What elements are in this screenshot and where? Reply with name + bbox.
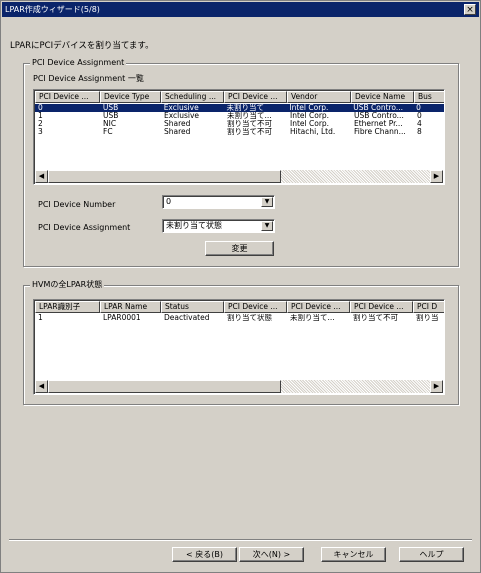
table-row[interactable]: 3 FC Shared 割り当て不可 Hitachi, Ltd. Fibre C… xyxy=(35,128,444,136)
table-cell: Intel Corp. xyxy=(289,104,329,112)
table-cell: FC xyxy=(103,128,113,136)
col-header[interactable]: Device Name xyxy=(351,91,414,103)
col-header[interactable]: PCI Device ... xyxy=(350,301,413,313)
scrollbar-track[interactable] xyxy=(281,170,430,183)
table-cell: 未割り当て xyxy=(226,104,265,112)
scrollbar-thumb[interactable] xyxy=(48,380,281,393)
close-icon[interactable]: × xyxy=(464,4,476,15)
change-button[interactable]: 変更 xyxy=(205,241,274,256)
wizard-window: LPAR作成ウィザード(5/8) × LPARにPCIデバイスを割り当てます。 … xyxy=(0,0,481,573)
table-cell: USB Contro... xyxy=(353,104,404,112)
pci-device-assignment-select[interactable]: 未割り当て状態 ▼ xyxy=(162,219,275,233)
table-cell: 割り当て不可 xyxy=(227,120,272,128)
table-cell: Exclusive xyxy=(163,104,199,112)
table-cell: LPAR0001 xyxy=(103,314,141,322)
window-title: LPAR作成ウィザード(5/8) xyxy=(5,5,100,14)
col-header[interactable]: Scheduling ... xyxy=(161,91,224,103)
scroll-left-icon[interactable]: ◀ xyxy=(35,170,48,183)
pci-assignment-group: PCI Device Assignment PCI Device Assignm… xyxy=(23,58,459,267)
table-cell: Fibre Chann... xyxy=(354,128,406,136)
horizontal-scrollbar[interactable]: ◀ ▶ xyxy=(35,170,443,183)
table-cell: 0 xyxy=(417,112,422,120)
table-cell: 3 xyxy=(38,128,43,136)
footer-separator xyxy=(9,539,472,541)
table-cell: Intel Corp. xyxy=(290,120,330,128)
col-header[interactable]: Device Type xyxy=(100,91,161,103)
table-cell: 4 xyxy=(417,120,422,128)
table-row[interactable]: 1 LPAR0001 Deactivated 割り当て状態 未割り当て... 割… xyxy=(35,314,444,322)
table-cell: Exclusive xyxy=(164,112,200,120)
lpar-list-header: LPAR識別子 LPAR Name Status PCI Device ... … xyxy=(35,301,444,313)
back-button[interactable]: < 戻る(B) xyxy=(172,547,237,562)
pci-assignment-value: 未割り当て状態 xyxy=(166,221,222,230)
table-cell: 未割り当て... xyxy=(227,112,272,120)
table-cell: USB xyxy=(102,104,119,112)
pci-number-value: 0 xyxy=(166,197,172,206)
scrollbar-track[interactable] xyxy=(281,380,430,393)
pci-device-list[interactable]: PCI Device ... Device Type Scheduling ..… xyxy=(33,89,445,185)
table-cell: 割り当て不可 xyxy=(353,314,398,322)
table-cell: 2 xyxy=(38,120,43,128)
pci-number-label: PCI Device Number xyxy=(38,200,116,209)
instruction-text: LPARにPCIデバイスを割り当てます。 xyxy=(10,41,154,51)
table-cell: USB Contro... xyxy=(354,112,404,120)
horizontal-scrollbar[interactable]: ◀ ▶ xyxy=(35,380,443,393)
table-cell: Shared xyxy=(164,120,191,128)
table-cell: 0 xyxy=(38,104,43,112)
table-row[interactable]: 1 USB Exclusive 未割り当て... Intel Corp. USB… xyxy=(35,112,444,120)
pci-assignment-label: PCI Device Assignment xyxy=(38,223,131,232)
table-cell: Hitachi, Ltd. xyxy=(290,128,336,136)
col-header[interactable]: PCI D xyxy=(413,301,444,313)
pci-list-header: PCI Device ... Device Type Scheduling ..… xyxy=(35,91,444,103)
table-cell: 割り当て不可 xyxy=(227,128,272,136)
table-row[interactable]: 2 NIC Shared 割り当て不可 Intel Corp. Ethernet… xyxy=(35,120,444,128)
pci-group-title: PCI Device Assignment xyxy=(30,58,127,68)
table-cell: NIC xyxy=(103,120,117,128)
table-cell: Ethernet Pr... xyxy=(354,120,403,128)
table-cell: 1 xyxy=(38,112,43,120)
scrollbar-thumb[interactable] xyxy=(48,170,281,183)
pci-device-number-select[interactable]: 0 ▼ xyxy=(162,195,275,209)
col-header[interactable]: Vendor xyxy=(287,91,351,103)
table-row[interactable]: 0 USB Exclusive 未割り当て Intel Corp. USB Co… xyxy=(35,104,444,112)
col-header[interactable]: PCI Device ... xyxy=(35,91,100,103)
col-header[interactable]: PCI Device ... xyxy=(224,301,287,313)
chevron-down-icon[interactable]: ▼ xyxy=(261,197,273,207)
scroll-left-icon[interactable]: ◀ xyxy=(35,380,48,393)
lpar-group-title: HVMの全LPAR状態 xyxy=(30,280,105,290)
table-cell: Deactivated xyxy=(164,314,210,322)
table-cell: 8 xyxy=(417,128,422,136)
help-button[interactable]: ヘルプ xyxy=(399,547,464,562)
table-cell: Intel Corp. xyxy=(290,112,330,120)
col-header[interactable]: Status xyxy=(161,301,224,313)
cancel-button[interactable]: キャンセル xyxy=(321,547,386,562)
col-header[interactable]: Bus xyxy=(414,91,444,103)
col-header[interactable]: PCI Device ... xyxy=(224,91,287,103)
col-header[interactable]: PCI Device ... xyxy=(287,301,350,313)
table-cell: 0 xyxy=(416,104,421,112)
col-header[interactable]: LPAR Name xyxy=(100,301,161,313)
title-bar: LPAR作成ウィザード(5/8) × xyxy=(2,2,479,17)
table-cell: 割り当て状態 xyxy=(227,314,272,322)
table-cell: 1 xyxy=(38,314,43,322)
pci-list-caption: PCI Device Assignment 一覧 xyxy=(33,74,144,83)
scroll-right-icon[interactable]: ▶ xyxy=(430,170,443,183)
lpar-list[interactable]: LPAR識別子 LPAR Name Status PCI Device ... … xyxy=(33,299,445,395)
table-cell: Shared xyxy=(164,128,191,136)
table-cell: USB xyxy=(103,112,119,120)
table-cell: 未割り当て... xyxy=(290,314,335,322)
chevron-down-icon[interactable]: ▼ xyxy=(261,221,273,231)
scroll-right-icon[interactable]: ▶ xyxy=(430,380,443,393)
next-button[interactable]: 次へ(N) > xyxy=(239,547,304,562)
table-cell: 割り当 xyxy=(416,314,439,322)
col-header[interactable]: LPAR識別子 xyxy=(35,301,100,313)
lpar-status-group: HVMの全LPAR状態 LPAR識別子 LPAR Name Status PCI… xyxy=(23,280,459,405)
